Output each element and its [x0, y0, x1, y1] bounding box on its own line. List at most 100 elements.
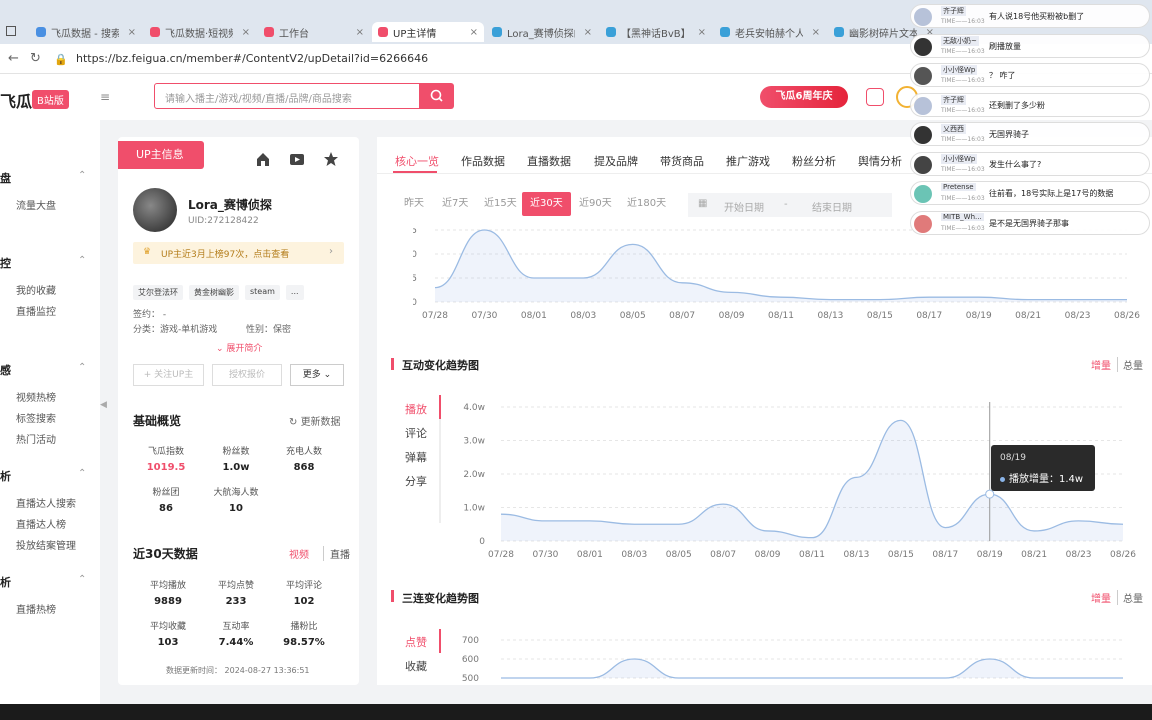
chat-text: 有人说18号他买粉被b删了	[989, 12, 1085, 21]
search-input[interactable]: 请输入播主/游戏/视频/直播/品牌/商品搜索	[154, 83, 420, 109]
logo[interactable]: 飞瓜	[0, 88, 32, 112]
metric-option[interactable]: 点赞	[405, 634, 427, 650]
tab-close-icon[interactable]: ×	[584, 27, 592, 38]
sidebar-item[interactable]: 直播达人搜索	[16, 495, 76, 510]
url-text[interactable]: https://bz.feigua.cn/member#/ContentV2/u…	[76, 52, 428, 65]
sidebar-item[interactable]: 直播达人榜	[16, 516, 66, 531]
main-tab[interactable]: 提及品牌	[594, 153, 638, 169]
search-button[interactable]	[420, 83, 454, 109]
rank-banner[interactable]: ♛ UP主近3月上榜97次，点击查看 ›	[133, 242, 344, 264]
chat-username: 小小怪Wp	[941, 153, 978, 164]
content-tag[interactable]: 黄金树幽影	[189, 285, 239, 300]
browser-tab[interactable]: UP主详情 ×	[372, 22, 484, 42]
chevron-up-icon[interactable]: ⌃	[78, 362, 86, 373]
main-tab[interactable]: 直播数据	[527, 153, 571, 169]
metric-option[interactable]: 播放	[405, 401, 427, 417]
main-tab[interactable]: 核心一览	[395, 153, 439, 169]
chevron-up-icon[interactable]: ⌃	[78, 170, 86, 181]
refresh-icon[interactable]: ↻	[30, 51, 41, 66]
up-name[interactable]: Lora_赛博侦探	[188, 196, 272, 213]
more-button[interactable]: 更多 ⌄	[290, 364, 344, 386]
promo-banner[interactable]: 飞瓜6周年庆	[760, 86, 848, 108]
browser-tab[interactable]: 老兵安帕赫个人 ×	[714, 22, 826, 42]
toggle-total[interactable]: 总量	[1117, 357, 1143, 372]
browser-tab[interactable]: 工作台 ×	[258, 22, 370, 42]
tab-close-icon[interactable]: ×	[242, 27, 250, 38]
x-tick-label: 07/30	[532, 550, 558, 557]
expand-intro[interactable]: ⌄ 展开简介	[216, 341, 262, 354]
star-icon[interactable]	[323, 151, 339, 167]
sidebar-item[interactable]: 热门活动	[16, 431, 56, 446]
main-tab[interactable]: 带货商品	[660, 153, 704, 169]
video-icon[interactable]	[289, 151, 305, 167]
recent-tab-video[interactable]: 视频	[289, 546, 309, 561]
toggle-increment[interactable]: 增量	[1091, 357, 1111, 372]
follow-button[interactable]: + 关注UP主	[133, 364, 204, 386]
toggle-total[interactable]: 总量	[1117, 590, 1143, 605]
browser-tab[interactable]: Lora_赛博侦探的 ×	[486, 22, 598, 42]
sidebar-item[interactable]: 视频热榜	[16, 389, 56, 404]
browser-tab[interactable]: 【黑神话BvB】 ×	[600, 22, 712, 42]
chevron-up-icon[interactable]: ⌃	[78, 574, 86, 585]
recent-tab-live[interactable]: 直播	[323, 546, 350, 561]
sidebar-item[interactable]: 直播热榜	[16, 601, 56, 616]
hover-point[interactable]	[985, 489, 995, 499]
chat-avatar	[914, 214, 932, 233]
sidebar-group-title[interactable]: 盘	[0, 170, 11, 186]
chevron-up-icon[interactable]: ⌃	[78, 255, 86, 266]
range-button[interactable]: 近90天	[571, 192, 620, 216]
main-tab[interactable]: 作品数据	[461, 153, 505, 169]
mail-icon[interactable]	[866, 88, 884, 106]
content-tag[interactable]: 艾尔登法环	[133, 285, 183, 300]
range-button[interactable]: 近180天	[619, 192, 674, 216]
quote-button[interactable]: 授权报价	[212, 364, 282, 386]
back-icon[interactable]: ←	[8, 51, 19, 66]
metric-slider-thumb[interactable]	[439, 629, 441, 653]
tab-close-icon[interactable]: ×	[128, 27, 136, 38]
range-button[interactable]: 近15天	[476, 192, 525, 216]
tab-close-icon[interactable]: ×	[470, 27, 478, 38]
toggle-increment[interactable]: 增量	[1091, 590, 1111, 605]
content-tag[interactable]: ...	[285, 285, 304, 300]
x-tick-label: 08/09	[719, 311, 745, 321]
date-picker[interactable]: ▦ 开始日期 - 结束日期	[688, 193, 892, 217]
sidebar-group-title[interactable]: 析	[0, 468, 11, 484]
chart-tooltip: 08/19 播放增量：1.4w	[991, 445, 1095, 491]
sidebar-item[interactable]: 流量大盘	[16, 197, 56, 212]
window-menu-icon[interactable]	[6, 26, 16, 36]
metric-option[interactable]: 收藏	[405, 658, 427, 674]
section-interaction-title: 互动变化趋势图	[402, 359, 479, 372]
chat-message: 齐子辉 TIME——16:03 有人说18号他买粉被b删了	[910, 4, 1150, 28]
collapse-menu-icon[interactable]: ≡	[100, 90, 110, 104]
sidebar-item[interactable]: 直播监控	[16, 303, 56, 318]
main-tab[interactable]: 粉丝分析	[792, 153, 836, 169]
metric-option[interactable]: 评论	[405, 425, 427, 441]
sidebar-item[interactable]: 标签搜索	[16, 410, 56, 425]
sidebar-group-title[interactable]: 感	[0, 362, 11, 378]
recent-stat-value: 9889	[154, 596, 182, 607]
range-button[interactable]: 近30天	[522, 192, 571, 216]
sidebar-collapse-handle[interactable]: ◀	[100, 400, 110, 420]
browser-tab[interactable]: 飞瓜数据 - 搜索 ×	[30, 22, 142, 42]
tab-close-icon[interactable]: ×	[698, 27, 706, 38]
up-avatar[interactable]	[133, 188, 177, 232]
sidebar-group-title[interactable]: 析	[0, 574, 11, 590]
range-button[interactable]: 近7天	[434, 192, 476, 216]
chat-avatar	[914, 37, 932, 56]
metric-slider-thumb[interactable]	[439, 395, 441, 419]
metric-option[interactable]: 弹幕	[405, 449, 427, 465]
tab-close-icon[interactable]: ×	[356, 27, 364, 38]
tab-close-icon[interactable]: ×	[812, 27, 820, 38]
home-icon[interactable]	[255, 151, 271, 167]
range-button[interactable]: 昨天	[396, 192, 432, 216]
browser-tab[interactable]: 飞瓜数据·短视频 ×	[144, 22, 256, 42]
refresh-button[interactable]: ↻ 更新数据	[289, 413, 341, 428]
chevron-up-icon[interactable]: ⌃	[78, 468, 86, 479]
content-tag[interactable]: steam	[245, 285, 280, 300]
main-tab[interactable]: 推广游戏	[726, 153, 770, 169]
sidebar-item[interactable]: 投放结案管理	[16, 537, 76, 552]
metric-option[interactable]: 分享	[405, 473, 427, 489]
main-tab[interactable]: 舆情分析	[858, 153, 902, 169]
sidebar-group-title[interactable]: 控	[0, 255, 11, 271]
sidebar-item[interactable]: 我的收藏	[16, 282, 56, 297]
